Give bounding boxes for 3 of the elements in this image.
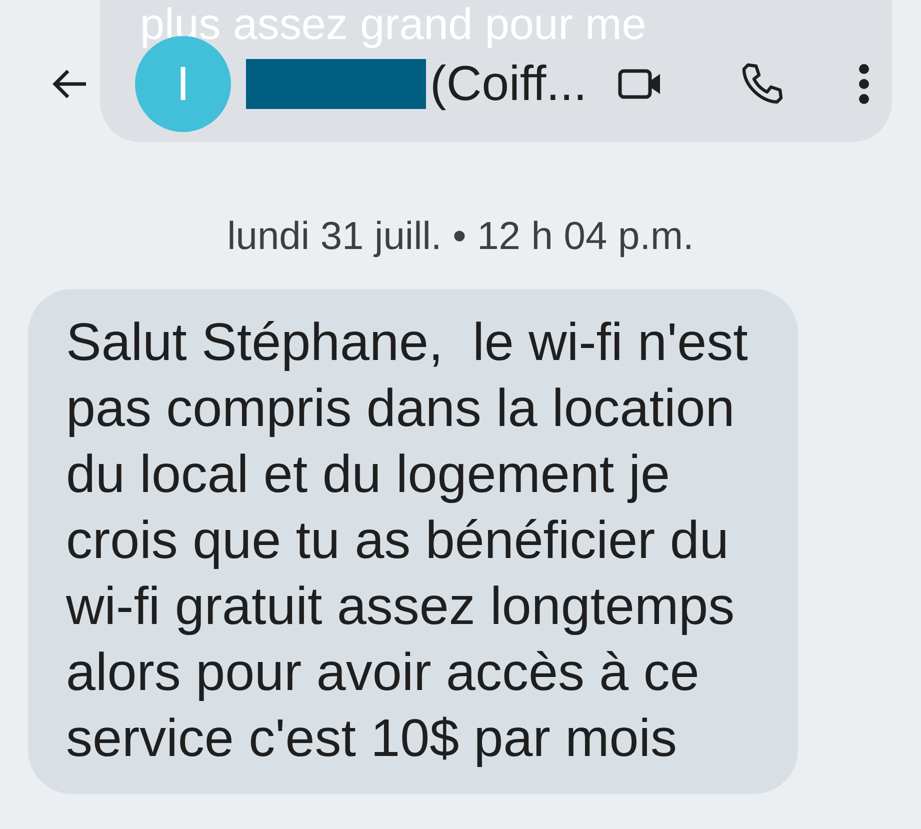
message-bubble: Salut Stéphane, le wi-fi n'est pas compris dans la location du local et du logement je crois que tu as bénéficier du wi-fi gratuit assez longtemps alors pour avoir accès à ce service c'est 10$ par mois [28,289,798,794]
contact-name[interactable]: (Coiff... [430,56,588,112]
message-timestamp: lundi 31 juill. • 12 h 04 p.m. [227,214,694,260]
